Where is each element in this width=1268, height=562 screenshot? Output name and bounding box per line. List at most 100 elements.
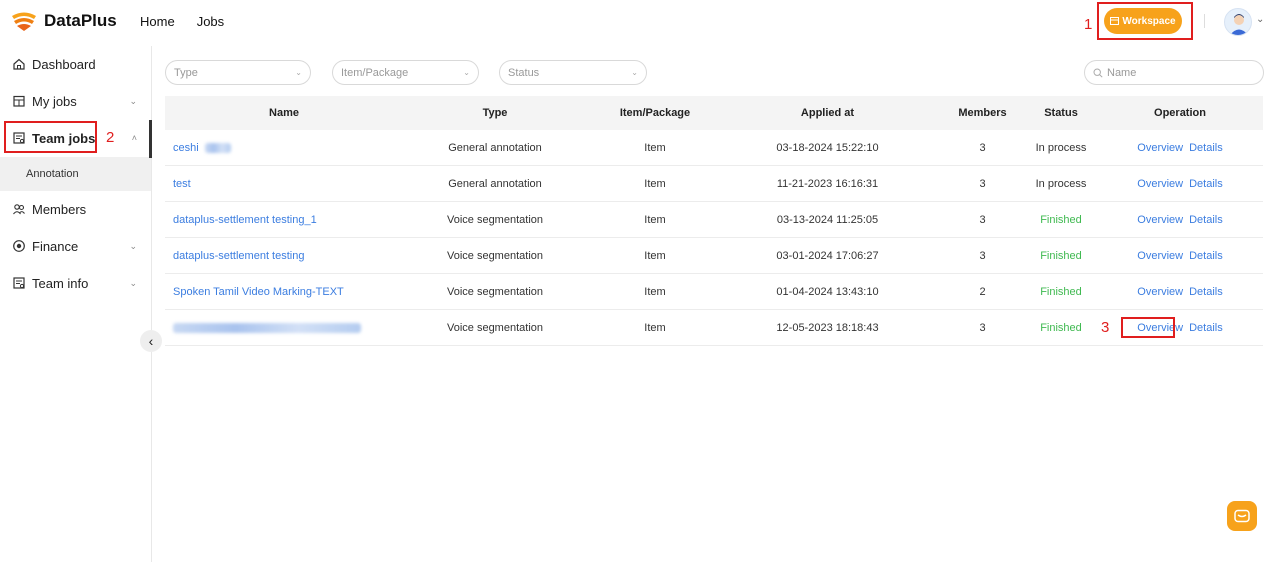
status-filter-placeholder: Status [508, 66, 540, 79]
nav-jobs[interactable]: Jobs [197, 14, 224, 29]
sidebar-item-label: Dashboard [32, 56, 96, 72]
header-members[interactable]: Members [940, 107, 1025, 119]
top-bar: DataPlus Home Jobs Workspace ⌄ [0, 0, 1268, 46]
job-members-cell: 3 [979, 249, 986, 262]
header-name[interactable]: Name [165, 107, 395, 119]
finance-icon [13, 240, 25, 252]
type-filter-select[interactable]: Type ⌄ [165, 60, 311, 85]
item-filter-placeholder: Item/Package [341, 66, 409, 79]
chevron-down-icon: ⌄ [129, 277, 137, 288]
sidebar-item-dashboard[interactable]: Dashboard [0, 47, 151, 81]
sidebar-subitem-annotation[interactable]: Annotation [0, 157, 151, 191]
job-status-cell: In process [1035, 177, 1087, 190]
details-link[interactable]: Details [1189, 214, 1223, 226]
redacted-text [204, 142, 231, 153]
table-row: dataplus-settlement testing Voice segmen… [165, 238, 1263, 274]
details-link[interactable]: Details [1189, 322, 1223, 334]
job-name-link[interactable]: dataplus-settlement testing [173, 250, 304, 262]
sidebar-item-finance[interactable]: Finance ⌄ [0, 229, 151, 263]
overview-link[interactable]: Overview [1137, 142, 1183, 154]
sidebar-item-my-jobs[interactable]: My jobs ⌄ [0, 84, 151, 118]
header-divider [1204, 14, 1205, 28]
job-name-link[interactable]: test [173, 178, 191, 190]
job-applied-cell: 03-18-2024 15:22:10 [776, 141, 879, 154]
job-name-cell[interactable]: dataplus-settlement testing_1 [165, 214, 395, 226]
job-status-cell: Finished [1040, 285, 1082, 298]
job-name-cell[interactable]: dataplus-settlement testing [165, 250, 395, 262]
avatar-chevron-down-icon[interactable]: ⌄ [1256, 14, 1264, 25]
table-header: Name Type Item/Package Applied at Member… [165, 96, 1263, 130]
sidebar-item-team-info[interactable]: Team info ⌄ [0, 266, 151, 300]
job-name-cell[interactable] [165, 322, 395, 334]
active-indicator [149, 120, 152, 158]
job-type-cell: Voice segmentation [446, 213, 543, 226]
message-button[interactable] [1227, 501, 1257, 531]
chevron-down-icon: ⌄ [129, 240, 137, 251]
home-icon [13, 58, 25, 70]
name-search-input[interactable]: Name [1084, 60, 1264, 85]
job-item-cell: Item [644, 177, 666, 190]
job-members-cell: 3 [979, 177, 986, 190]
job-item-cell: Item [644, 141, 666, 154]
annotation-label-3: 3 [1101, 319, 1110, 336]
job-applied-cell: 11-21-2023 16:16:31 [776, 177, 879, 190]
collapse-sidebar-button[interactable]: ‹ [140, 330, 162, 352]
job-operation-cell: Overview Details [1097, 214, 1263, 226]
sidebar-item-label: Team info [32, 275, 89, 291]
item-package-filter-select[interactable]: Item/Package ⌄ [332, 60, 479, 85]
sidebar-item-label: Members [32, 201, 87, 217]
calendar-icon [13, 95, 25, 107]
details-link[interactable]: Details [1189, 286, 1223, 298]
annotation-box-3 [1121, 317, 1175, 338]
avatar[interactable] [1224, 8, 1252, 36]
logo-icon [12, 12, 36, 31]
search-icon [1093, 67, 1103, 78]
details-link[interactable]: Details [1189, 250, 1223, 262]
job-members-cell: 3 [979, 321, 986, 334]
details-link[interactable]: Details [1189, 178, 1223, 190]
sidebar-item-label: Finance [32, 238, 79, 254]
details-link[interactable]: Details [1189, 142, 1223, 154]
header-applied-at[interactable]: Applied at [715, 107, 940, 119]
table-row: ceshi General annotation Item 03-18-2024… [165, 130, 1263, 166]
job-operation-cell: Overview Details [1097, 286, 1263, 298]
nav-home[interactable]: Home [140, 14, 175, 29]
job-applied-cell: 03-13-2024 11:25:05 [776, 213, 879, 226]
annotation-label-2: 2 [106, 129, 115, 146]
header-type[interactable]: Type [395, 107, 595, 119]
job-name-link[interactable]: Spoken Tamil Video Marking-TEXT [173, 286, 344, 298]
logo-text: DataPlus [44, 11, 117, 30]
header-item-package[interactable]: Item/Package [595, 107, 715, 119]
table-row: Spoken Tamil Video Marking-TEXT Voice se… [165, 274, 1263, 310]
job-name-cell[interactable]: test [165, 178, 395, 190]
logo[interactable]: DataPlus [10, 10, 117, 32]
job-operation-cell: Overview Details [1097, 142, 1263, 154]
type-filter-placeholder: Type [174, 66, 198, 79]
overview-link[interactable]: Overview [1137, 214, 1183, 226]
sidebar-item-members[interactable]: Members [0, 192, 151, 226]
annotation-box-1 [1097, 2, 1193, 40]
overview-link[interactable]: Overview [1137, 286, 1183, 298]
team-jobs-table: Name Type Item/Package Applied at Member… [165, 96, 1263, 346]
overview-link[interactable]: Overview [1137, 250, 1183, 262]
job-status-cell: In process [1035, 141, 1087, 154]
job-members-cell: 3 [979, 141, 986, 154]
job-members-cell: 3 [979, 213, 986, 226]
overview-link[interactable]: Overview [1137, 178, 1183, 190]
job-applied-cell: 01-04-2024 13:43:10 [776, 285, 879, 298]
main-nav: Home Jobs [140, 14, 224, 29]
job-name-cell[interactable]: ceshi [165, 142, 395, 154]
table-row: Voice segmentation Item 12-05-2023 18:18… [165, 310, 1263, 346]
job-type-cell: General annotation [448, 177, 542, 190]
header-status[interactable]: Status [1025, 107, 1097, 119]
job-type-cell: General annotation [448, 141, 542, 154]
redacted-text [173, 322, 361, 333]
job-name-cell[interactable]: Spoken Tamil Video Marking-TEXT [165, 286, 395, 298]
chevron-left-icon: ‹ [148, 333, 154, 349]
annotation-label-1: 1 [1084, 16, 1093, 33]
chevron-down-icon: ⌄ [463, 68, 470, 77]
status-filter-select[interactable]: Status ⌄ [499, 60, 647, 85]
table-row: dataplus-settlement testing_1 Voice segm… [165, 202, 1263, 238]
job-name-link[interactable]: dataplus-settlement testing_1 [173, 214, 317, 226]
job-name-link[interactable]: ceshi [173, 142, 199, 154]
